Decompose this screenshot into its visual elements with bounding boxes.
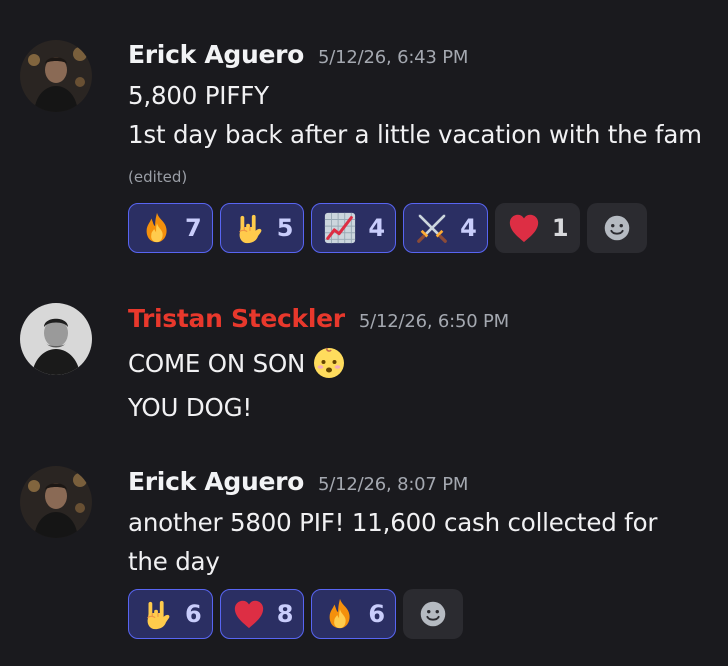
author-name[interactable]: Erick Aguero — [128, 40, 304, 69]
reaction-fire[interactable]: 7 — [128, 203, 213, 253]
fire-icon — [139, 210, 175, 246]
user-avatar-image — [20, 466, 92, 538]
reaction-fire[interactable]: 6 — [311, 589, 397, 639]
fire-icon — [322, 596, 358, 632]
crossed-swords-icon — [414, 210, 450, 246]
reactions-bar: 6 8 6 — [128, 589, 464, 639]
timestamp[interactable]: 5/12/26, 6:50 PM — [359, 311, 509, 332]
chart-increasing-icon — [322, 210, 358, 246]
author-name[interactable]: Erick Aguero — [128, 467, 304, 496]
message-text-line: YOU DOG! — [128, 393, 252, 422]
baby-icon — [311, 344, 347, 386]
avatar-erick-aguero[interactable] — [20, 466, 92, 538]
add-reaction-icon — [416, 597, 450, 631]
message-1: Erick Aguero 5/12/26, 6:43 PM 5,800 PIFF… — [0, 0, 728, 260]
reaction-crossed-swords[interactable]: 4 — [403, 203, 488, 253]
reaction-red-heart[interactable]: 8 — [219, 589, 305, 639]
avatar-erick-aguero[interactable] — [20, 40, 92, 112]
reaction-count: 5 — [276, 214, 294, 242]
add-reaction-button[interactable] — [403, 589, 464, 639]
red-heart-icon — [231, 596, 267, 632]
rock-on-hand-icon — [139, 596, 175, 632]
reaction-chart-increasing[interactable]: 4 — [311, 203, 397, 253]
edited-label: (edited) — [128, 168, 188, 186]
reaction-count: 6 — [368, 600, 386, 628]
red-heart-icon — [506, 210, 542, 246]
user-avatar-image — [20, 40, 92, 112]
reaction-red-heart[interactable]: 1 — [494, 203, 580, 253]
reaction-count: 1 — [551, 214, 569, 242]
reaction-count: 4 — [460, 214, 477, 242]
message-text-line: COME ON SON — [128, 344, 347, 386]
timestamp[interactable]: 5/12/26, 6:43 PM — [318, 47, 468, 68]
add-reaction-button[interactable] — [586, 203, 647, 253]
avatar-tristan-steckler[interactable] — [20, 303, 92, 375]
rock-on-hand-icon — [231, 210, 267, 246]
author-name[interactable]: Tristan Steckler — [128, 304, 345, 333]
reaction-rock-on[interactable]: 6 — [128, 589, 213, 639]
message-text: COME ON SON — [128, 349, 306, 378]
message-text-line: another 5800 PIF! 11,600 cash collected … — [128, 508, 658, 537]
message-header: Erick Aguero 5/12/26, 8:07 PM — [128, 467, 468, 496]
reaction-count: 8 — [276, 600, 294, 628]
user-avatar-image — [20, 303, 92, 375]
message-text-line: 1st day back after a little vacation wit… — [128, 120, 702, 149]
add-reaction-icon — [600, 211, 634, 245]
reaction-count: 4 — [368, 214, 386, 242]
timestamp[interactable]: 5/12/26, 8:07 PM — [318, 474, 468, 495]
reaction-rock-on[interactable]: 5 — [219, 203, 305, 253]
message-text-line: 5,800 PIFFY — [128, 81, 269, 110]
reaction-count: 6 — [185, 600, 202, 628]
reactions-bar: 7 5 4 4 1 — [128, 203, 647, 253]
message-header: Tristan Steckler 5/12/26, 6:50 PM — [128, 304, 509, 333]
reaction-count: 7 — [185, 214, 202, 242]
message-header: Erick Aguero 5/12/26, 6:43 PM — [128, 40, 468, 69]
message-text-line: the day — [128, 547, 220, 576]
